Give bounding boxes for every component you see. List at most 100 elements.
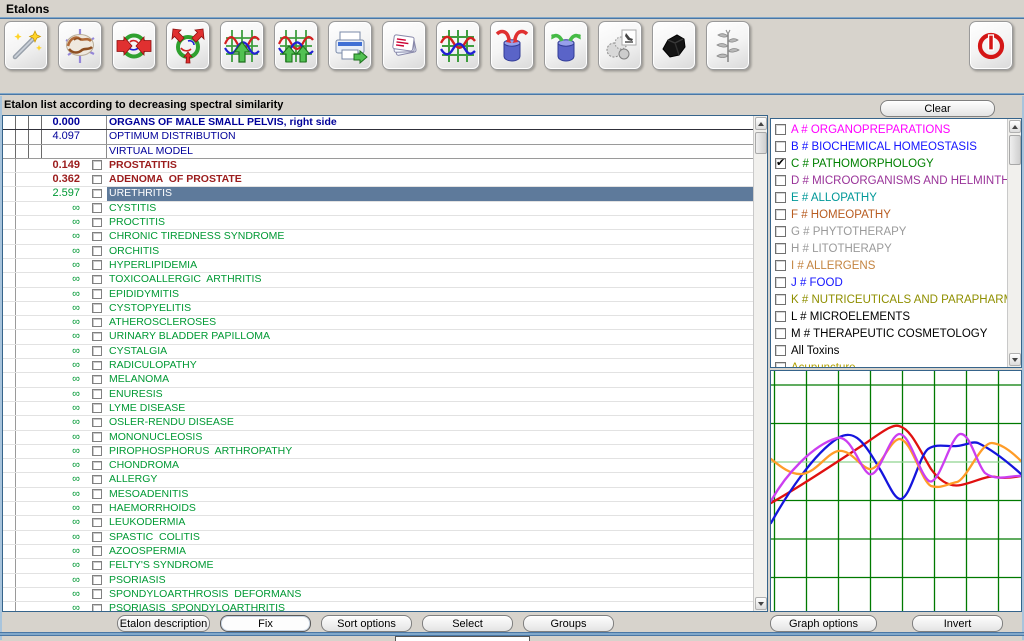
row-checkbox[interactable]	[92, 318, 102, 328]
table-row[interactable]: ∞RADICULOPATHY	[3, 359, 755, 373]
row-checkbox[interactable]	[92, 246, 102, 256]
table-row[interactable]: ∞ATHEROSCLEROSES	[3, 316, 755, 330]
row-checkbox[interactable]	[92, 432, 102, 442]
scroll-down-icon[interactable]	[1009, 353, 1021, 366]
row-checkbox[interactable]	[92, 375, 102, 385]
table-scrollbar-thumb[interactable]	[755, 132, 767, 154]
category-checkbox[interactable]	[775, 141, 786, 152]
category-checkbox[interactable]: ✔	[775, 158, 786, 169]
row-checkbox[interactable]	[92, 504, 102, 514]
toolbar-mineral-button[interactable]	[652, 21, 696, 70]
category-checkbox[interactable]	[775, 328, 786, 339]
row-checkbox[interactable]	[92, 289, 102, 299]
row-checkbox[interactable]	[92, 418, 102, 428]
row-checkbox[interactable]	[92, 189, 102, 199]
row-checkbox[interactable]	[92, 175, 102, 185]
row-checkbox[interactable]	[92, 303, 102, 313]
category-checkbox[interactable]	[775, 345, 786, 356]
toolbar-microorganisms-button[interactable]	[598, 21, 642, 70]
category-checkbox[interactable]	[775, 311, 786, 322]
row-checkbox[interactable]	[92, 389, 102, 399]
table-row[interactable]: ∞LYME DISEASE	[3, 402, 755, 416]
category-checkbox[interactable]	[775, 175, 786, 186]
category-item[interactable]: G # PHYTOTHERAPY	[771, 223, 1008, 240]
category-checkbox[interactable]	[775, 362, 786, 367]
table-row[interactable]: ∞URINARY BLADDER PAPILLOMA	[3, 330, 755, 344]
table-row[interactable]: ∞PSORIASIS	[3, 574, 755, 588]
category-item[interactable]: I # ALLERGENS	[771, 257, 1008, 274]
category-checkbox[interactable]	[775, 260, 786, 271]
category-item[interactable]: B # BIOCHEMICAL HOMEOSTASIS	[771, 138, 1008, 155]
table-row[interactable]: 4.097OPTIMUM DISTRIBUTION	[3, 130, 755, 144]
sort-options-button[interactable]: Sort options	[321, 615, 412, 632]
row-checkbox[interactable]	[92, 589, 102, 599]
scroll-down-icon[interactable]	[755, 597, 767, 610]
row-checkbox[interactable]	[92, 575, 102, 585]
row-checkbox[interactable]	[92, 346, 102, 356]
table-row[interactable]: 0.149PROSTATITIS	[3, 159, 755, 173]
table-row[interactable]: ∞CYSTITIS	[3, 202, 755, 216]
toolbar-compare-branch-button[interactable]	[166, 21, 210, 70]
category-checkbox[interactable]	[775, 209, 786, 220]
scroll-up-icon[interactable]	[755, 117, 767, 130]
etalon-description-button[interactable]: Etalon description	[117, 615, 210, 632]
table-row[interactable]: ∞ENURESIS	[3, 388, 755, 402]
category-checkbox[interactable]	[775, 277, 786, 288]
toolbar-graph-apply-all-button[interactable]	[274, 21, 318, 70]
row-checkbox[interactable]	[92, 403, 102, 413]
category-item[interactable]: H # LITOTHERAPY	[771, 240, 1008, 257]
row-checkbox[interactable]	[92, 604, 102, 611]
row-checkbox[interactable]	[92, 561, 102, 571]
row-checkbox[interactable]	[92, 260, 102, 270]
category-scrollbar[interactable]	[1007, 119, 1021, 367]
table-row[interactable]: ∞PSORIASIS SPONDYLOARTHRITIS	[3, 602, 755, 611]
category-checkbox[interactable]	[775, 294, 786, 305]
table-scrollbar[interactable]	[753, 116, 767, 611]
row-checkbox[interactable]	[92, 446, 102, 456]
category-item[interactable]: A # ORGANOPREPARATIONS	[771, 121, 1008, 138]
table-row[interactable]: ∞OSLER-RENDU DISEASE	[3, 416, 755, 430]
row-checkbox[interactable]	[92, 275, 102, 285]
row-checkbox[interactable]	[92, 518, 102, 528]
table-row[interactable]: ∞MELANOMA	[3, 373, 755, 387]
category-item[interactable]: D # MICROORGANISMS AND HELMINTHS	[771, 172, 1008, 189]
toolbar-graph-apply-button[interactable]	[220, 21, 264, 70]
table-row[interactable]: ∞ALLERGY	[3, 473, 755, 487]
category-item[interactable]: K # NUTRICEUTICALS AND PARAPHARMACEU	[771, 291, 1008, 308]
table-row[interactable]: 0.000ORGANS OF MALE SMALL PELVIS, right …	[3, 116, 755, 130]
table-row[interactable]: ∞LEUKODERMIA	[3, 516, 755, 530]
row-checkbox[interactable]	[92, 361, 102, 371]
table-row[interactable]: 0.362ADENOMA OF PROSTATE	[3, 173, 755, 187]
row-checkbox[interactable]	[92, 546, 102, 556]
toolbar-print-button[interactable]	[328, 21, 372, 70]
toolbar-vessel-in-button[interactable]	[490, 21, 534, 70]
toolbar-vessel-out-button[interactable]	[544, 21, 588, 70]
table-row[interactable]: ∞PROCTITIS	[3, 216, 755, 230]
invert-button[interactable]: Invert	[912, 615, 1003, 632]
row-checkbox[interactable]	[92, 475, 102, 485]
groups-button[interactable]: Groups	[523, 615, 614, 632]
table-row[interactable]: ∞MESOADENITIS	[3, 488, 755, 502]
table-row[interactable]: 2.597URETHRITIS	[3, 187, 755, 201]
toolbar-compare-in-button[interactable]	[112, 21, 156, 70]
table-row[interactable]: ∞HAEMORRHOIDS	[3, 502, 755, 516]
category-item[interactable]: All Toxins	[771, 342, 1008, 359]
table-row[interactable]: ∞PIROPHOSPHORUS ARTHROPATHY	[3, 445, 755, 459]
category-scrollbar-thumb[interactable]	[1009, 135, 1021, 165]
table-row[interactable]: ∞SPONDYLOARTHROSIS DEFORMANS	[3, 588, 755, 602]
table-row[interactable]: ∞EPIDIDYMITIS	[3, 288, 755, 302]
row-checkbox[interactable]	[92, 489, 102, 499]
table-row[interactable]: ∞SPASTIC COLITIS	[3, 531, 755, 545]
table-row[interactable]: ∞CHRONIC TIREDNESS SYNDROME	[3, 230, 755, 244]
exit-button[interactable]	[969, 21, 1013, 70]
table-row[interactable]: ∞CYSTOPYELITIS	[3, 302, 755, 316]
row-checkbox[interactable]	[92, 232, 102, 242]
category-item[interactable]: Acupuncture	[771, 359, 1008, 367]
fix-button[interactable]: Fix	[220, 615, 311, 632]
row-checkbox[interactable]	[92, 461, 102, 471]
toolbar-brain-button[interactable]	[58, 21, 102, 70]
row-checkbox[interactable]	[92, 332, 102, 342]
toolbar-card-index-button[interactable]	[382, 21, 426, 70]
category-item[interactable]: J # FOOD	[771, 274, 1008, 291]
toolbar-phyto-button[interactable]	[706, 21, 750, 70]
